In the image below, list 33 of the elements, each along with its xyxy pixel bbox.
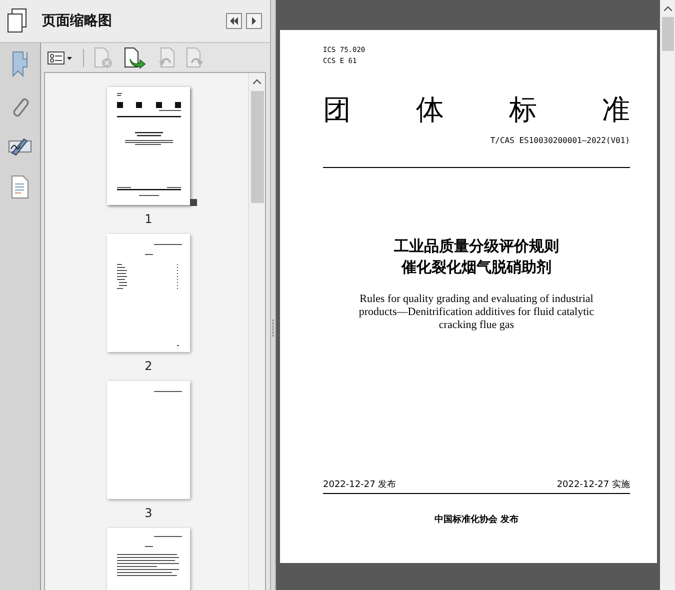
document-icon[interactable]: [11, 175, 29, 199]
resize-handle[interactable]: [190, 199, 197, 206]
publisher: 中国标准化协会 发布: [434, 514, 519, 526]
collapse-button[interactable]: [226, 13, 242, 29]
effective-date: 2022-12-27 实施: [556, 478, 630, 490]
english-title: Rules for quality grading and evaluating of industrial products—Denitrification additives for fluid catalytic cracking flue gas: [358, 293, 594, 332]
chinese-title: 工业品质量分级评价规则: [394, 236, 559, 257]
scroll-thumb[interactable]: [662, 17, 674, 51]
panel-splitter[interactable]: [270, 0, 276, 590]
page-thumbnail[interactable]: [107, 87, 190, 205]
page-number: 1: [144, 212, 152, 226]
scrollbar[interactable]: [248, 73, 265, 590]
page-number: 3: [144, 506, 152, 520]
standard-heading: 团 体 标 准: [323, 94, 630, 126]
expand-button[interactable]: [246, 13, 262, 29]
scrollbar[interactable]: [660, 0, 675, 590]
scroll-up-icon[interactable]: [664, 6, 672, 11]
options-button[interactable]: [47, 50, 73, 64]
triangle-right-icon: [251, 17, 257, 25]
panel-title: 页面缩略图: [42, 12, 112, 30]
standard-number: T/CAS ES10030200001—2022(V01): [489, 136, 630, 146]
page-thumbnail[interactable]: [107, 381, 190, 499]
insert-page-button[interactable]: [124, 46, 146, 68]
scroll-thumb[interactable]: [250, 91, 264, 203]
scroll-up-icon[interactable]: [253, 79, 261, 84]
bookmark-icon[interactable]: [11, 51, 29, 77]
issue-date: 2022-12-27 发布: [323, 478, 396, 490]
pages-icon[interactable]: [6, 8, 28, 34]
page-number: 2: [144, 359, 152, 373]
double-triangle-left-icon: [229, 17, 239, 25]
page-thumbnail[interactable]: [107, 234, 190, 352]
chinese-title: 催化裂化烟气脱硝助剂: [402, 257, 552, 278]
signature-icon[interactable]: [8, 137, 32, 157]
